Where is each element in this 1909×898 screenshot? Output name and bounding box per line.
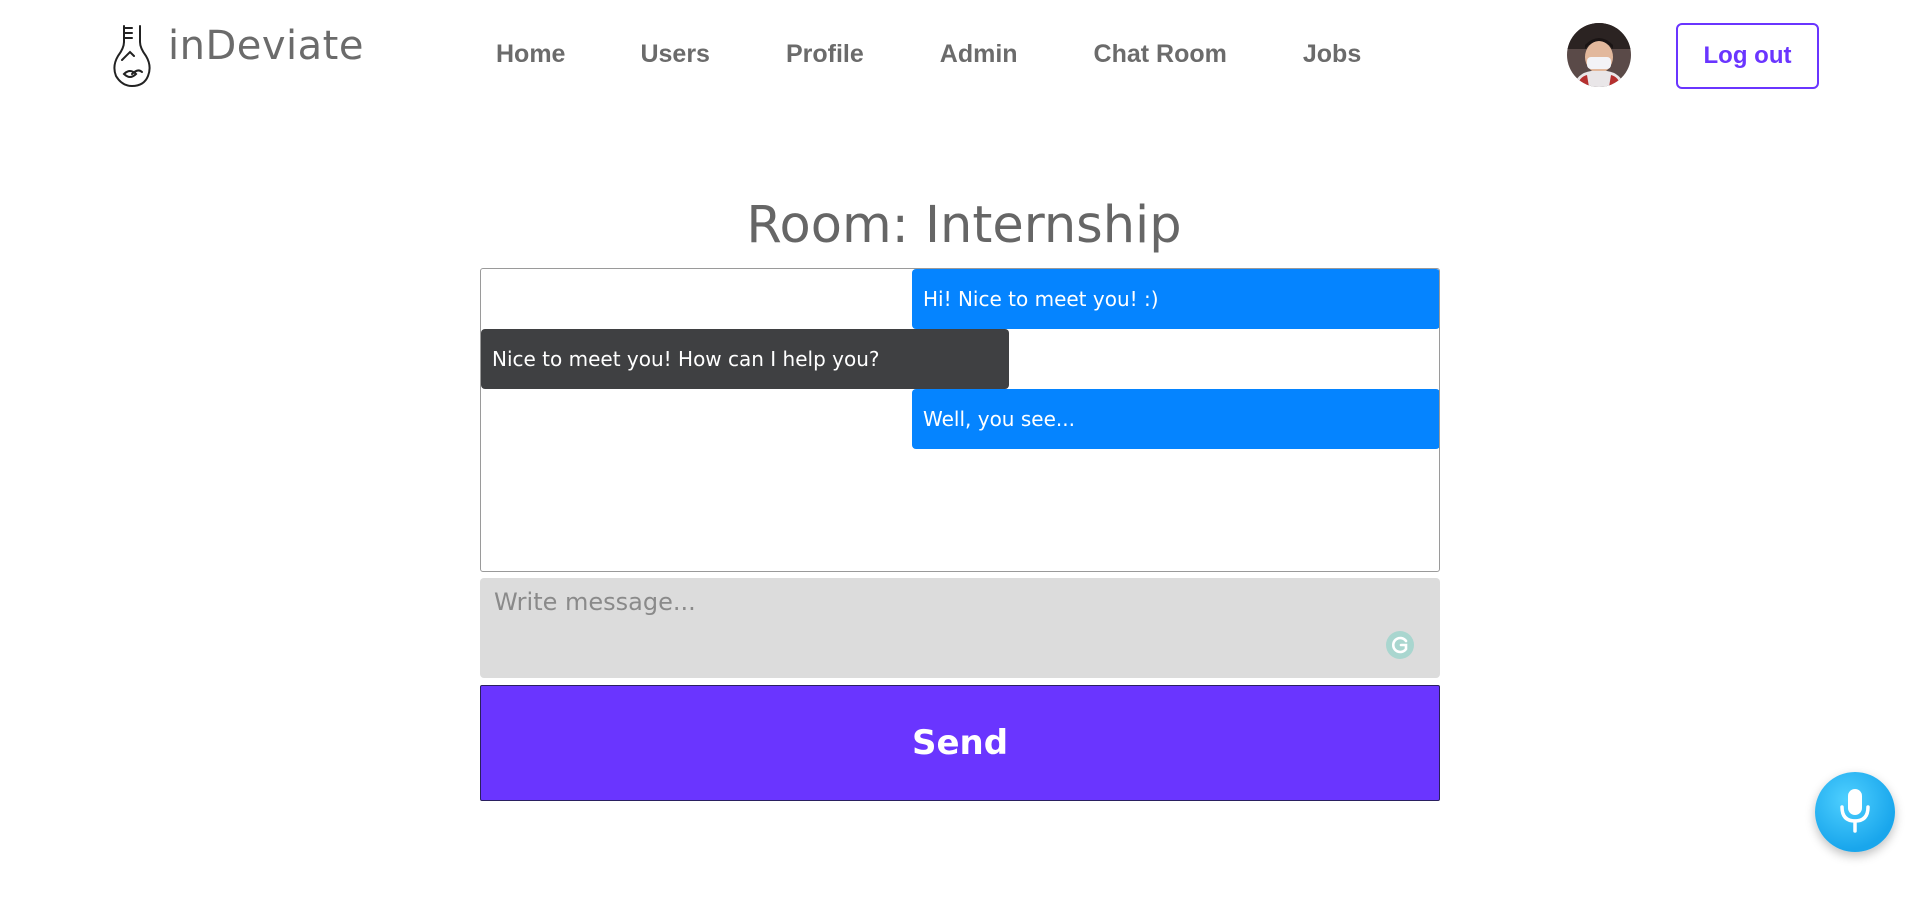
message-bubble-received: Nice to meet you! How can I help you? — [481, 329, 1009, 389]
message-bubble-sent: Well, you see... — [912, 389, 1439, 449]
message-list[interactable]: Hi! Nice to meet you! :) Nice to meet yo… — [480, 268, 1440, 572]
message-bubble-sent: Hi! Nice to meet you! :) — [912, 269, 1439, 329]
nav-home[interactable]: Home — [496, 40, 565, 69]
main-nav: Home Users Profile Admin Chat Room Jobs — [496, 40, 1361, 69]
nav-profile[interactable]: Profile — [786, 40, 864, 69]
nav-chat-room[interactable]: Chat Room — [1094, 40, 1227, 69]
room-title-text: Room: Internship — [746, 196, 1182, 255]
brand-name: inDeviate — [168, 23, 364, 69]
grammarly-icon[interactable] — [1385, 630, 1415, 660]
lightbulb-icon — [110, 22, 154, 88]
user-avatar[interactable] — [1567, 23, 1631, 87]
message-input[interactable] — [480, 578, 1440, 678]
send-button[interactable]: Send — [480, 685, 1440, 801]
logout-button[interactable]: Log out — [1676, 23, 1819, 89]
microphone-icon — [1838, 787, 1872, 837]
nav-jobs[interactable]: Jobs — [1303, 40, 1361, 69]
brand-logo[interactable]: inDeviate — [110, 22, 364, 88]
chat-page: inDeviate Home Users Profile Admin Chat … — [0, 0, 1909, 898]
nav-users[interactable]: Users — [640, 40, 710, 69]
room-title: Room: Internship — [0, 196, 1909, 255]
microphone-button[interactable] — [1815, 772, 1895, 852]
nav-admin[interactable]: Admin — [940, 40, 1018, 69]
